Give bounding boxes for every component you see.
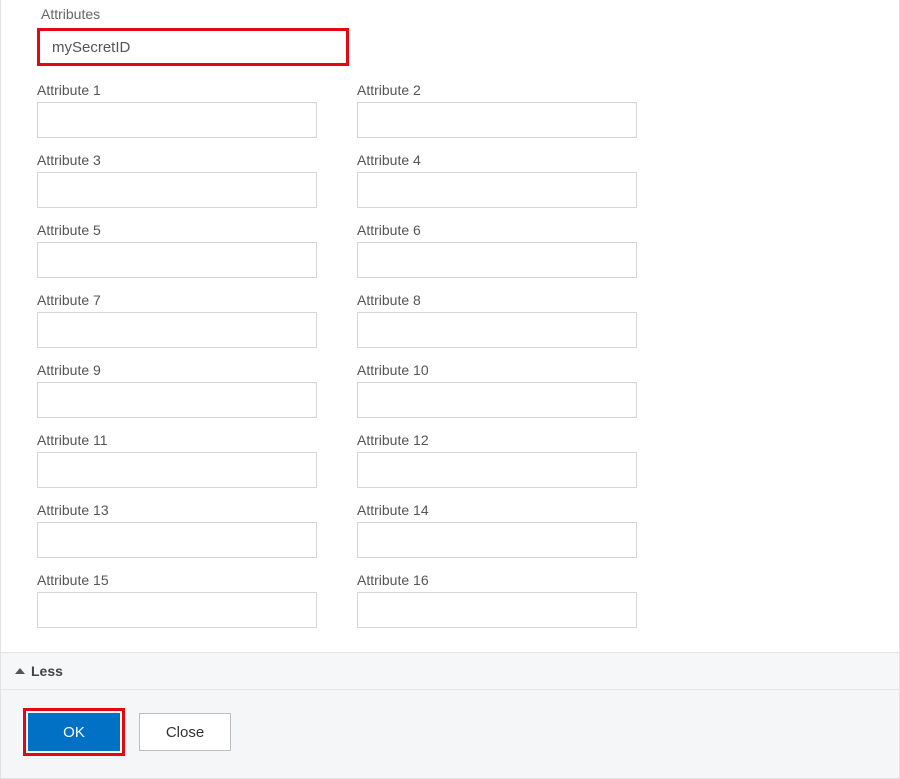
attribute-label: Attribute 8 <box>357 292 637 308</box>
attribute-label: Attribute 7 <box>37 292 317 308</box>
attribute-label: Attribute 14 <box>357 502 637 518</box>
attributes-panel: Attributes Attribute 1Attribute 2Attribu… <box>0 0 900 779</box>
triangle-up-icon <box>15 668 25 674</box>
attribute-input[interactable] <box>37 312 317 348</box>
attribute-item: Attribute 13 <box>37 502 317 558</box>
primary-attribute-input[interactable] <box>37 28 349 66</box>
attribute-label: Attribute 12 <box>357 432 637 448</box>
attribute-item: Attribute 6 <box>357 222 637 278</box>
attribute-input[interactable] <box>37 592 317 628</box>
attribute-label: Attribute 13 <box>37 502 317 518</box>
attribute-input[interactable] <box>357 172 637 208</box>
attribute-item: Attribute 9 <box>37 362 317 418</box>
attribute-input[interactable] <box>357 592 637 628</box>
attribute-item: Attribute 15 <box>37 572 317 628</box>
attribute-item: Attribute 16 <box>357 572 637 628</box>
attribute-label: Attribute 5 <box>37 222 317 238</box>
attribute-item: Attribute 3 <box>37 152 317 208</box>
attribute-label: Attribute 2 <box>357 82 637 98</box>
attribute-item: Attribute 1 <box>37 82 317 138</box>
attribute-input[interactable] <box>357 382 637 418</box>
collapse-toggle[interactable]: Less <box>1 652 899 689</box>
attribute-item: Attribute 10 <box>357 362 637 418</box>
ok-button[interactable]: OK <box>28 713 120 751</box>
attribute-item: Attribute 8 <box>357 292 637 348</box>
attribute-label: Attribute 9 <box>37 362 317 378</box>
attribute-input[interactable] <box>357 102 637 138</box>
attribute-label: Attribute 11 <box>37 432 317 448</box>
close-button[interactable]: Close <box>139 713 231 751</box>
attribute-item: Attribute 12 <box>357 432 637 488</box>
attribute-input[interactable] <box>357 452 637 488</box>
attribute-label: Attribute 10 <box>357 362 637 378</box>
section-title: Attributes <box>41 6 863 22</box>
attribute-label: Attribute 4 <box>357 152 637 168</box>
attribute-item: Attribute 11 <box>37 432 317 488</box>
attribute-grid: Attribute 1 Attribute 2 Attribute 3 Attribu… <box>37 82 863 628</box>
attribute-label: Attribute 6 <box>357 222 637 238</box>
collapse-toggle-label: Less <box>31 663 63 679</box>
attribute-item: Attribute 7 <box>37 292 317 348</box>
attribute-item: Attribute 14 <box>357 502 637 558</box>
attribute-input[interactable] <box>37 452 317 488</box>
attribute-input[interactable] <box>37 242 317 278</box>
attribute-input[interactable] <box>37 382 317 418</box>
attribute-label: Attribute 16 <box>357 572 637 588</box>
ok-highlight-frame: OK <box>23 708 125 756</box>
attribute-input[interactable] <box>357 312 637 348</box>
attribute-input[interactable] <box>357 242 637 278</box>
primary-attribute-wrap <box>37 28 863 66</box>
attribute-label: Attribute 1 <box>37 82 317 98</box>
dialog-button-bar: OK Close <box>1 689 899 778</box>
attribute-label: Attribute 3 <box>37 152 317 168</box>
attribute-input[interactable] <box>37 172 317 208</box>
attribute-input[interactable] <box>357 522 637 558</box>
attribute-input[interactable] <box>37 102 317 138</box>
attributes-scroll-area: Attributes Attribute 1Attribute 2Attribu… <box>1 0 899 652</box>
attribute-item: Attribute 5 <box>37 222 317 278</box>
attribute-item: Attribute 4 <box>357 152 637 208</box>
attribute-label: Attribute 15 <box>37 572 317 588</box>
attribute-item: Attribute 2 <box>357 82 637 138</box>
attribute-input[interactable] <box>37 522 317 558</box>
